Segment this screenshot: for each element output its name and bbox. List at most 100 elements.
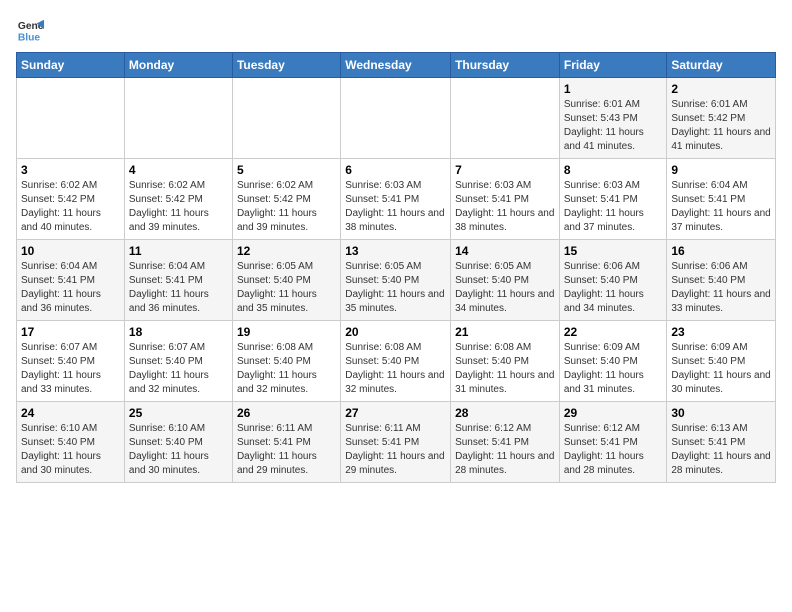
calendar-cell: 24 Sunrise: 6:10 AM Sunset: 5:40 PM Dayli… bbox=[17, 402, 125, 483]
calendar-cell: 8Sunrise: 6:03 AM Sunset: 5:41 PM Daylig… bbox=[559, 159, 667, 240]
day-number: 4 bbox=[129, 163, 228, 177]
calendar-cell: 10 Sunrise: 6:04 AM Sunset: 5:41 PM Dayli… bbox=[17, 240, 125, 321]
page-header: General Blue bbox=[16, 16, 776, 44]
day-header-friday: Friday bbox=[559, 53, 667, 78]
calendar-cell: 23 Sunrise: 6:09 AM Sunset: 5:40 PM Dayli… bbox=[667, 321, 776, 402]
day-info: Sunrise: 6:08 AM Sunset: 5:40 PM Dayligh… bbox=[345, 341, 446, 397]
day-info: Sunrise: 6:01 AM Sunset: 5:43 PM Dayligh… bbox=[564, 98, 663, 154]
calendar-cell bbox=[17, 78, 125, 159]
day-number: 25 bbox=[129, 406, 228, 420]
calendar-cell bbox=[451, 78, 560, 159]
day-number: 11 bbox=[129, 244, 228, 258]
day-number: 20 bbox=[345, 325, 446, 339]
day-number: 15 bbox=[564, 244, 663, 258]
day-info: Sunrise: 6:04 AM Sunset: 5:41 PM Dayligh… bbox=[671, 179, 771, 235]
day-number: 2 bbox=[671, 82, 771, 96]
day-info: Sunrise: 6:05 AM Sunset: 5:40 PM Dayligh… bbox=[455, 260, 555, 316]
calendar-cell: 6 Sunrise: 6:03 AM Sunset: 5:41 PM Daylig… bbox=[341, 159, 451, 240]
day-number: 5 bbox=[237, 163, 336, 177]
calendar-week-5: 24 Sunrise: 6:10 AM Sunset: 5:40 PM Dayli… bbox=[17, 402, 776, 483]
day-number: 14 bbox=[455, 244, 555, 258]
calendar-cell: 5 Sunrise: 6:02 AM Sunset: 5:42 PM Daylig… bbox=[232, 159, 340, 240]
day-number: 26 bbox=[237, 406, 336, 420]
day-number: 16 bbox=[671, 244, 771, 258]
calendar-cell bbox=[341, 78, 451, 159]
day-number: 8 bbox=[564, 163, 663, 177]
calendar-cell: 25 Sunrise: 6:10 AM Sunset: 5:40 PM Dayli… bbox=[124, 402, 232, 483]
calendar-week-4: 17 Sunrise: 6:07 AM Sunset: 5:40 PM Dayli… bbox=[17, 321, 776, 402]
calendar-cell: 19Sunrise: 6:08 AM Sunset: 5:40 PM Dayli… bbox=[232, 321, 340, 402]
day-info: Sunrise: 6:13 AM Sunset: 5:41 PM Dayligh… bbox=[671, 422, 771, 478]
day-info: Sunrise: 6:08 AM Sunset: 5:40 PM Dayligh… bbox=[455, 341, 555, 397]
calendar-cell bbox=[232, 78, 340, 159]
day-number: 30 bbox=[671, 406, 771, 420]
calendar-header: SundayMondayTuesdayWednesdayThursdayFrid… bbox=[17, 53, 776, 78]
logo: General Blue bbox=[16, 16, 48, 44]
day-info: Sunrise: 6:02 AM Sunset: 5:42 PM Dayligh… bbox=[237, 179, 336, 235]
day-info: Sunrise: 6:10 AM Sunset: 5:40 PM Dayligh… bbox=[129, 422, 228, 478]
day-info: Sunrise: 6:04 AM Sunset: 5:41 PM Dayligh… bbox=[21, 260, 120, 316]
calendar-cell: 3Sunrise: 6:02 AM Sunset: 5:42 PM Daylig… bbox=[17, 159, 125, 240]
calendar-cell: 30 Sunrise: 6:13 AM Sunset: 5:41 PM Dayli… bbox=[667, 402, 776, 483]
calendar-cell: 2 Sunrise: 6:01 AM Sunset: 5:42 PM Daylig… bbox=[667, 78, 776, 159]
day-header-wednesday: Wednesday bbox=[341, 53, 451, 78]
day-number: 28 bbox=[455, 406, 555, 420]
day-info: Sunrise: 6:03 AM Sunset: 5:41 PM Dayligh… bbox=[345, 179, 446, 235]
day-info: Sunrise: 6:05 AM Sunset: 5:40 PM Dayligh… bbox=[345, 260, 446, 316]
day-number: 1 bbox=[564, 82, 663, 96]
calendar-table: SundayMondayTuesdayWednesdayThursdayFrid… bbox=[16, 52, 776, 483]
day-number: 21 bbox=[455, 325, 555, 339]
calendar-cell: 11 Sunrise: 6:04 AM Sunset: 5:41 PM Dayli… bbox=[124, 240, 232, 321]
day-info: Sunrise: 6:02 AM Sunset: 5:42 PM Dayligh… bbox=[129, 179, 228, 235]
svg-text:Blue: Blue bbox=[18, 32, 41, 43]
calendar-cell: 21 Sunrise: 6:08 AM Sunset: 5:40 PM Dayli… bbox=[451, 321, 560, 402]
calendar-body: 1 Sunrise: 6:01 AM Sunset: 5:43 PM Daylig… bbox=[17, 78, 776, 483]
calendar-cell: 27Sunrise: 6:11 AM Sunset: 5:41 PM Dayli… bbox=[341, 402, 451, 483]
calendar-cell: 14 Sunrise: 6:05 AM Sunset: 5:40 PM Dayli… bbox=[451, 240, 560, 321]
calendar-cell: 7Sunrise: 6:03 AM Sunset: 5:41 PM Daylig… bbox=[451, 159, 560, 240]
calendar-cell: 9 Sunrise: 6:04 AM Sunset: 5:41 PM Daylig… bbox=[667, 159, 776, 240]
day-info: Sunrise: 6:11 AM Sunset: 5:41 PM Dayligh… bbox=[237, 422, 336, 478]
day-info: Sunrise: 6:06 AM Sunset: 5:40 PM Dayligh… bbox=[564, 260, 663, 316]
day-info: Sunrise: 6:04 AM Sunset: 5:41 PM Dayligh… bbox=[129, 260, 228, 316]
day-info: Sunrise: 6:10 AM Sunset: 5:40 PM Dayligh… bbox=[21, 422, 120, 478]
day-header-saturday: Saturday bbox=[667, 53, 776, 78]
calendar-week-3: 10 Sunrise: 6:04 AM Sunset: 5:41 PM Dayli… bbox=[17, 240, 776, 321]
header-row: SundayMondayTuesdayWednesdayThursdayFrid… bbox=[17, 53, 776, 78]
day-number: 7 bbox=[455, 163, 555, 177]
calendar-cell: 26 Sunrise: 6:11 AM Sunset: 5:41 PM Dayli… bbox=[232, 402, 340, 483]
day-number: 23 bbox=[671, 325, 771, 339]
calendar-cell: 12Sunrise: 6:05 AM Sunset: 5:40 PM Dayli… bbox=[232, 240, 340, 321]
day-header-tuesday: Tuesday bbox=[232, 53, 340, 78]
calendar-week-1: 1 Sunrise: 6:01 AM Sunset: 5:43 PM Daylig… bbox=[17, 78, 776, 159]
calendar-cell: 29Sunrise: 6:12 AM Sunset: 5:41 PM Dayli… bbox=[559, 402, 667, 483]
logo-icon: General Blue bbox=[16, 16, 44, 44]
calendar-week-2: 3 Sunrise: 6:02 AM Sunset: 5:42 PM Daylig… bbox=[17, 159, 776, 240]
calendar-cell: 16Sunrise: 6:06 AM Sunset: 5:40 PM Dayli… bbox=[667, 240, 776, 321]
calendar-cell: 13 Sunrise: 6:05 AM Sunset: 5:40 PM Dayli… bbox=[341, 240, 451, 321]
day-info: Sunrise: 6:12 AM Sunset: 5:41 PM Dayligh… bbox=[455, 422, 555, 478]
day-number: 22 bbox=[564, 325, 663, 339]
day-number: 6 bbox=[345, 163, 446, 177]
day-info: Sunrise: 6:01 AM Sunset: 5:42 PM Dayligh… bbox=[671, 98, 771, 154]
day-number: 13 bbox=[345, 244, 446, 258]
day-number: 27 bbox=[345, 406, 446, 420]
day-number: 3 bbox=[21, 163, 120, 177]
day-number: 12 bbox=[237, 244, 336, 258]
day-number: 17 bbox=[21, 325, 120, 339]
day-info: Sunrise: 6:08 AM Sunset: 5:40 PM Dayligh… bbox=[237, 341, 336, 397]
day-info: Sunrise: 6:07 AM Sunset: 5:40 PM Dayligh… bbox=[21, 341, 120, 397]
day-info: Sunrise: 6:09 AM Sunset: 5:40 PM Dayligh… bbox=[564, 341, 663, 397]
calendar-cell: 22 Sunrise: 6:09 AM Sunset: 5:40 PM Dayli… bbox=[559, 321, 667, 402]
day-number: 9 bbox=[671, 163, 771, 177]
day-number: 18 bbox=[129, 325, 228, 339]
calendar-cell: 17 Sunrise: 6:07 AM Sunset: 5:40 PM Dayli… bbox=[17, 321, 125, 402]
calendar-cell: 15 Sunrise: 6:06 AM Sunset: 5:40 PM Dayli… bbox=[559, 240, 667, 321]
calendar-cell: 18Sunrise: 6:07 AM Sunset: 5:40 PM Dayli… bbox=[124, 321, 232, 402]
day-info: Sunrise: 6:09 AM Sunset: 5:40 PM Dayligh… bbox=[671, 341, 771, 397]
day-header-sunday: Sunday bbox=[17, 53, 125, 78]
day-number: 10 bbox=[21, 244, 120, 258]
day-number: 24 bbox=[21, 406, 120, 420]
day-info: Sunrise: 6:12 AM Sunset: 5:41 PM Dayligh… bbox=[564, 422, 663, 478]
calendar-cell: 1 Sunrise: 6:01 AM Sunset: 5:43 PM Daylig… bbox=[559, 78, 667, 159]
